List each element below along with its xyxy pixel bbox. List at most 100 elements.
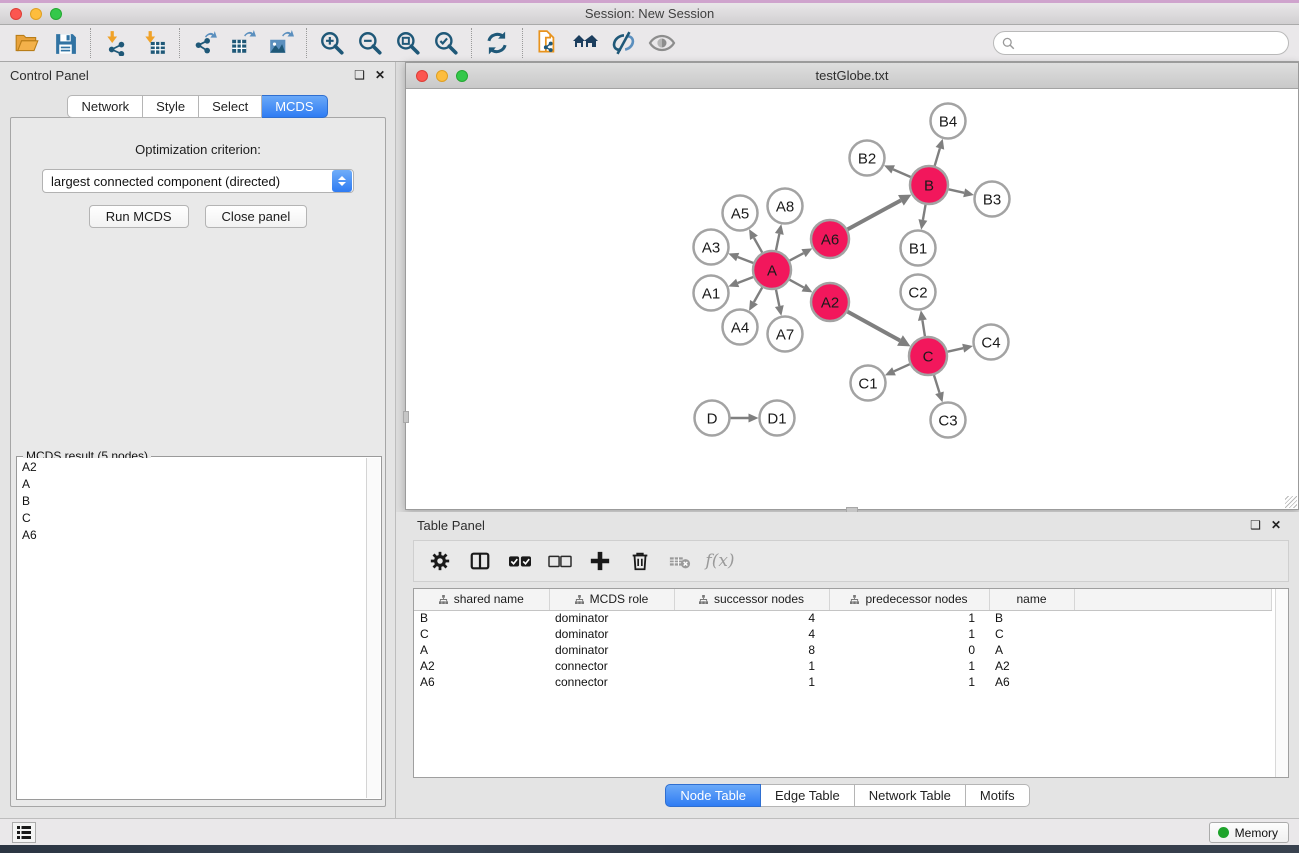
table-cell[interactable]: A bbox=[414, 642, 549, 658]
result-list-scrollbar[interactable] bbox=[366, 458, 380, 798]
table-cell[interactable]: C bbox=[989, 626, 1074, 642]
column-header-shared-name[interactable]: shared name bbox=[414, 589, 549, 610]
search-field[interactable] bbox=[993, 31, 1289, 55]
network-window-titlebar[interactable]: testGlobe.txt bbox=[406, 63, 1298, 89]
table-row[interactable]: A6connector11A6 bbox=[414, 674, 1272, 690]
table-cell[interactable]: B bbox=[414, 610, 549, 626]
close-table-panel-icon[interactable]: ✕ bbox=[1271, 518, 1281, 532]
export-table-button[interactable] bbox=[224, 28, 262, 58]
column-header-predecessor-nodes[interactable]: predecessor nodes bbox=[829, 589, 989, 610]
table-row[interactable]: Cdominator41C bbox=[414, 626, 1272, 642]
import-network-button[interactable] bbox=[97, 28, 135, 58]
table-cell[interactable]: A6 bbox=[989, 674, 1074, 690]
import-table-button[interactable] bbox=[135, 28, 173, 58]
window-resize-grip[interactable] bbox=[1285, 496, 1297, 508]
graph-edge-A-A7[interactable] bbox=[776, 290, 779, 306]
graph-node-A6[interactable]: A6 bbox=[811, 220, 849, 258]
graph-edge-A-A2[interactable] bbox=[790, 280, 804, 288]
table-settings-button[interactable] bbox=[422, 545, 458, 577]
close-panel-button[interactable]: Close panel bbox=[205, 205, 308, 228]
zoom-fit-button[interactable] bbox=[389, 28, 427, 58]
mcds-result-item[interactable]: A bbox=[18, 475, 366, 492]
clone-network-button[interactable] bbox=[529, 28, 567, 58]
run-mcds-button[interactable]: Run MCDS bbox=[89, 205, 189, 228]
graph-node-B[interactable]: B bbox=[910, 166, 948, 204]
delete-table-button[interactable] bbox=[662, 545, 698, 577]
graph-edge-A-A4[interactable] bbox=[754, 287, 762, 302]
table-cell[interactable]: A2 bbox=[414, 658, 549, 674]
graph-edge-A-A8[interactable] bbox=[776, 234, 779, 250]
close-panel-icon[interactable]: ✕ bbox=[375, 68, 385, 82]
network-graph[interactable]: B4B2BB3A8A5A6A3B1AA1C2A2A4A7C4CC1DD1C3 bbox=[406, 89, 1298, 509]
graph-edge-C-C2[interactable] bbox=[922, 320, 925, 336]
graph-node-A[interactable]: A bbox=[753, 251, 791, 289]
table-cell[interactable]: 1 bbox=[829, 626, 989, 642]
zoom-out-button[interactable] bbox=[351, 28, 389, 58]
table-cell[interactable]: 4 bbox=[674, 626, 829, 642]
column-header-successor-nodes[interactable]: successor nodes bbox=[674, 589, 829, 610]
table-cell[interactable]: dominator bbox=[549, 610, 674, 626]
column-header-name[interactable]: name bbox=[989, 589, 1074, 610]
tab-mcds[interactable]: MCDS bbox=[262, 95, 327, 118]
graph-node-C[interactable]: C bbox=[909, 337, 947, 375]
table-cell[interactable]: 1 bbox=[829, 674, 989, 690]
table-cell[interactable]: connector bbox=[549, 658, 674, 674]
graph-node-A3[interactable]: A3 bbox=[694, 230, 729, 265]
graph-edge-C-C1[interactable] bbox=[894, 364, 910, 371]
table-cell[interactable]: C bbox=[414, 626, 549, 642]
graph-node-B4[interactable]: B4 bbox=[931, 104, 966, 139]
graph-node-B1[interactable]: B1 bbox=[901, 231, 936, 266]
network-canvas[interactable]: B4B2BB3A8A5A6A3B1AA1C2A2A4A7C4CC1DD1C3 bbox=[406, 89, 1298, 509]
graph-node-A2[interactable]: A2 bbox=[811, 283, 849, 321]
graph-node-C1[interactable]: C1 bbox=[851, 366, 886, 401]
graph-edge-B-B2[interactable] bbox=[893, 169, 911, 177]
zoom-selected-button[interactable] bbox=[427, 28, 465, 58]
mcds-result-item[interactable]: C bbox=[18, 509, 366, 526]
tab-network-table[interactable]: Network Table bbox=[855, 784, 966, 807]
graph-node-A1[interactable]: A1 bbox=[694, 276, 729, 311]
graph-edge-A-A3[interactable] bbox=[738, 257, 754, 263]
tab-motifs[interactable]: Motifs bbox=[966, 784, 1030, 807]
table-cell[interactable]: B bbox=[989, 610, 1074, 626]
graph-node-C2[interactable]: C2 bbox=[901, 275, 936, 310]
graph-edge-A-A6[interactable] bbox=[790, 253, 804, 260]
attribute-table[interactable]: shared nameMCDS rolesuccessor nodesprede… bbox=[414, 589, 1272, 690]
graph-edge-A-A1[interactable] bbox=[738, 277, 754, 283]
table-row[interactable]: Adominator80A bbox=[414, 642, 1272, 658]
table-cell[interactable]: dominator bbox=[549, 626, 674, 642]
table-cell[interactable]: 0 bbox=[829, 642, 989, 658]
table-cell[interactable]: A2 bbox=[989, 658, 1074, 674]
table-row[interactable]: Bdominator41B bbox=[414, 610, 1272, 626]
graph-node-A7[interactable]: A7 bbox=[768, 317, 803, 352]
table-cell[interactable]: 1 bbox=[829, 610, 989, 626]
graph-edge-C-C3[interactable] bbox=[934, 375, 940, 393]
graph-edge-A6-B[interactable] bbox=[848, 200, 901, 229]
hide-labels-button[interactable] bbox=[605, 28, 643, 58]
graph-edge-A2-C[interactable] bbox=[848, 312, 900, 341]
table-cell[interactable]: 4 bbox=[674, 610, 829, 626]
table-cell[interactable]: dominator bbox=[549, 642, 674, 658]
add-column-button[interactable] bbox=[582, 545, 618, 577]
graph-node-C3[interactable]: C3 bbox=[931, 403, 966, 438]
graph-node-D1[interactable]: D1 bbox=[760, 401, 795, 436]
graph-edge-B-B1[interactable] bbox=[923, 205, 926, 220]
graph-edge-B-B3[interactable] bbox=[949, 189, 965, 192]
table-cell[interactable]: A bbox=[989, 642, 1074, 658]
select-all-columns-button[interactable] bbox=[502, 545, 538, 577]
mcds-result-list[interactable]: A2ABCA6 bbox=[18, 458, 366, 798]
graph-node-A8[interactable]: A8 bbox=[768, 189, 803, 224]
memory-button[interactable]: Memory bbox=[1209, 822, 1289, 843]
float-table-panel-icon[interactable]: ❑ bbox=[1250, 518, 1261, 532]
graph-node-C4[interactable]: C4 bbox=[974, 325, 1009, 360]
graph-node-A4[interactable]: A4 bbox=[723, 310, 758, 345]
table-cell[interactable]: 1 bbox=[674, 674, 829, 690]
tab-style[interactable]: Style bbox=[143, 95, 199, 118]
table-cell[interactable]: 8 bbox=[674, 642, 829, 658]
show-graphics-details-button[interactable] bbox=[643, 28, 681, 58]
optimization-criterion-dropdown[interactable]: largest connected component (directed) bbox=[42, 169, 354, 193]
graph-edge-A-A5[interactable] bbox=[754, 238, 762, 253]
unselect-all-columns-button[interactable] bbox=[542, 545, 578, 577]
mcds-result-item[interactable]: A2 bbox=[18, 458, 366, 475]
table-cell[interactable]: A6 bbox=[414, 674, 549, 690]
zoom-in-button[interactable] bbox=[313, 28, 351, 58]
